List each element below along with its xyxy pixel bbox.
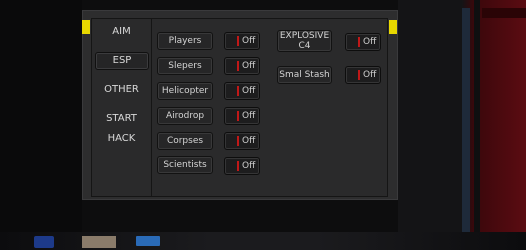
tab-other[interactable]: OTHER bbox=[91, 80, 152, 100]
background-strip-dark bbox=[474, 0, 480, 250]
toggle-off-indicator bbox=[237, 86, 239, 96]
toggle-off-indicator bbox=[237, 161, 239, 171]
feature-scientists-label: Scientists bbox=[157, 156, 213, 174]
explosive-c4-line2: C4 bbox=[298, 41, 311, 51]
toggle-state: Off bbox=[242, 86, 256, 96]
toggle-off-indicator bbox=[237, 61, 239, 71]
toggle-state: Off bbox=[363, 37, 377, 47]
background-strip bbox=[462, 8, 470, 250]
toggle-off-indicator bbox=[237, 36, 239, 46]
taskbar-app-icon[interactable] bbox=[34, 236, 54, 248]
explosive-c4-line1: EXPLOSIVE bbox=[279, 31, 330, 41]
feature-smal-stash-label: Smal Stash bbox=[277, 66, 332, 84]
tab-esp[interactable]: ESP bbox=[95, 52, 149, 70]
background-red-block bbox=[482, 8, 526, 18]
toggle-state: Off bbox=[242, 61, 256, 71]
scientists-toggle[interactable]: Off bbox=[224, 157, 260, 175]
airodrop-toggle[interactable]: Off bbox=[224, 107, 260, 125]
left-grip-handle[interactable] bbox=[82, 20, 90, 34]
toggle-off-indicator bbox=[358, 37, 360, 47]
toggle-state: Off bbox=[242, 136, 256, 146]
taskbar bbox=[0, 232, 526, 250]
taskbar-monitor-icon[interactable] bbox=[136, 236, 160, 246]
slepers-toggle[interactable]: Off bbox=[224, 57, 260, 75]
feature-players-label: Players bbox=[157, 32, 213, 50]
feature-corpses-label: Corpses bbox=[157, 132, 213, 150]
feature-airodrop-label: Airodrop bbox=[157, 107, 213, 125]
right-grip-handle[interactable] bbox=[389, 20, 397, 34]
toggle-state: Off bbox=[242, 36, 256, 46]
feature-slepers-label: Slepers bbox=[157, 57, 213, 75]
explosive-c4-toggle[interactable]: Off bbox=[345, 33, 381, 51]
tab-start-hack[interactable]: START HACK bbox=[91, 109, 152, 144]
corpses-toggle[interactable]: Off bbox=[224, 132, 260, 150]
toggle-off-indicator bbox=[237, 136, 239, 146]
smal-stash-toggle[interactable]: Off bbox=[345, 66, 381, 84]
feature-explosive-c4-label: EXPLOSIVE C4 bbox=[277, 30, 332, 52]
toggle-state: Off bbox=[363, 70, 377, 80]
tab-aim[interactable]: AIM bbox=[91, 22, 152, 42]
toggle-off-indicator bbox=[237, 111, 239, 121]
toggle-off-indicator bbox=[358, 70, 360, 80]
helicopter-toggle[interactable]: Off bbox=[224, 82, 260, 100]
toggle-state: Off bbox=[242, 111, 256, 121]
feature-helicopter-label: Helicopter bbox=[157, 82, 213, 100]
toggle-state: Off bbox=[242, 161, 256, 171]
background-left bbox=[0, 0, 82, 250]
tab-sidebar bbox=[91, 18, 152, 197]
players-toggle[interactable]: Off bbox=[224, 32, 260, 50]
taskbar-thumbnail-icon[interactable] bbox=[82, 236, 116, 248]
